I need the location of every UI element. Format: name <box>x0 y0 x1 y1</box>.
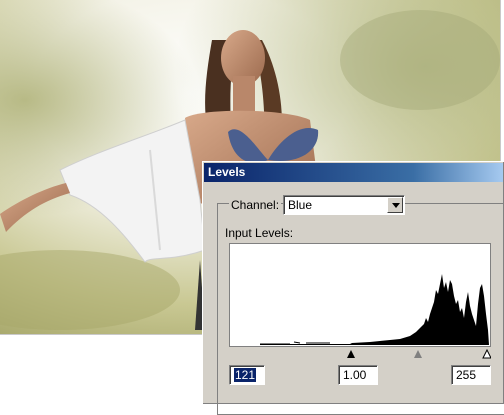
input-white-field[interactable]: 255 <box>451 365 491 385</box>
channel-select[interactable]: Blue <box>283 195 405 215</box>
histogram-graph <box>260 274 489 345</box>
input-gamma-field[interactable]: 1.00 <box>338 365 378 385</box>
input-black-field[interactable]: 121 <box>229 365 265 385</box>
dialog-title-bar[interactable]: Levels <box>204 163 503 182</box>
levels-dialog: Levels Channel: Blue Input Levels: 121 1… <box>202 161 504 415</box>
input-levels-label: Input Levels: <box>225 226 294 240</box>
histogram <box>229 243 491 347</box>
channel-label: Channel: <box>229 198 282 212</box>
input-slider-track[interactable] <box>229 347 492 359</box>
input-black-value: 121 <box>234 368 257 382</box>
chevron-down-icon[interactable] <box>387 197 403 213</box>
black-point-slider <box>347 350 355 358</box>
white-point-slider <box>482 348 492 359</box>
channel-select-value: Blue <box>288 198 313 212</box>
gamma-slider <box>414 350 422 358</box>
